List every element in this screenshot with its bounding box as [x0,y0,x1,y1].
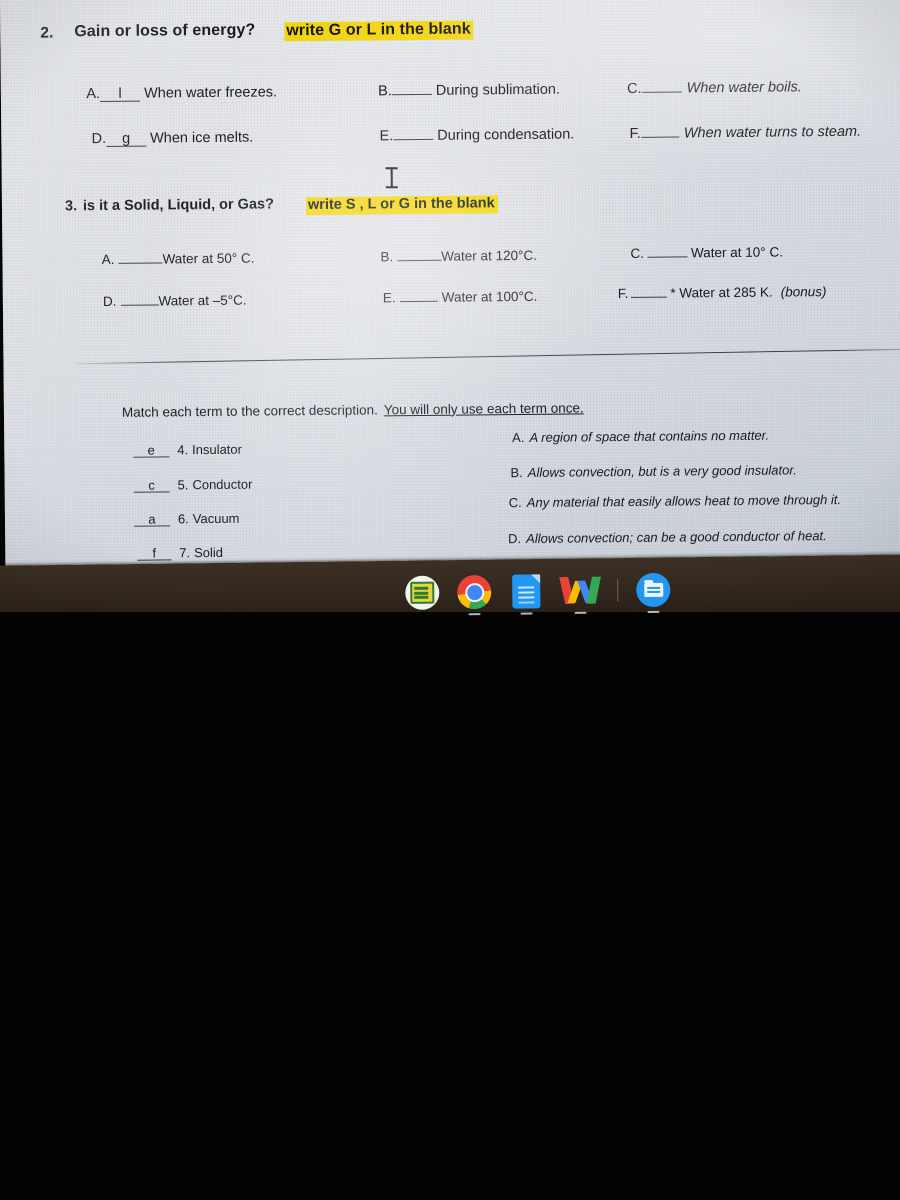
q2-item-c-text: When water boils. [686,78,802,96]
gmail-icon[interactable] [559,574,601,614]
q3-item-b: B. Water at 120°C. [350,235,537,277]
matching-description-a-text: A region of space that contains no matte… [529,427,770,445]
files-icon[interactable] [636,572,671,614]
dark-background [0,612,900,1200]
matching-term-5-label: Conductor [192,476,253,493]
matching-description-c-label: C. [508,495,522,511]
q3-item-f-label: F. [617,285,629,301]
matching-description-d-label: D. [508,531,522,547]
worksheet-document: 2. Gain or loss of energy? write G or L … [0,0,900,586]
matching-description-b-text: Allows convection, but is a very good in… [527,462,797,480]
matching-term-6-blank[interactable]: a [133,512,170,527]
q2-item-b-label: B. [378,82,392,99]
matching-term-5-number: 5. [177,477,189,493]
q3-item-e: E. Water at 100°C. [353,276,538,318]
q2-item-f-blank[interactable] [640,135,679,138]
q2-item-f-label: F. [629,125,641,142]
laptop-screen: 2. Gain or loss of energy? write G or L … [0,0,900,586]
q2-item-a-blank[interactable]: l [99,85,141,103]
q2-item-d-blank[interactable]: g [106,130,147,147]
q3-prompt: is it a Solid, Liquid, or Gas? [82,196,274,215]
q3-item-f: F. * Water at 285 K. (bonus) [588,271,827,314]
q3-item-e-blank[interactable] [399,300,438,302]
matching-description-c-text: Any material that easily allows heat to … [526,491,842,510]
q2-prompt: Gain or loss of energy? [74,21,256,41]
matching-term-7-blank[interactable]: f [137,546,172,561]
q3-item-c: C. Water at 10° C. [600,231,783,273]
matching-term-6-label: Vacuum [192,510,240,527]
q3-number: 3. [64,198,78,215]
matching-term-6-number: 6. [177,511,189,527]
q2-item-b-blank[interactable] [391,93,432,95]
shelf-separator [617,579,619,602]
q2-item-e: E. During condensation. [347,112,574,158]
q2-item-c-label: C. [627,80,642,97]
q2-item-d: D. g When ice melts. [59,116,253,162]
matching-instruction-underlined: You will only use each term once. [383,399,584,417]
q3-item-f-text: * Water at 285 K. [670,284,773,301]
google-docs-icon[interactable] [509,574,543,615]
q3-item-a: A. Water at 50° C. [72,238,255,280]
q3-item-e-label: E. [382,289,396,305]
photo-of-laptop-screen: 2. Gain or loss of energy? write G or L … [0,0,900,1200]
q3-item-d-text: Water at –5°C. [158,292,247,308]
q3-item-a-text: Water at 50° C. [162,250,255,266]
q2-item-e-text: During condensation. [437,125,575,144]
q2-item-d-label: D. [91,130,107,147]
q3-item-a-blank[interactable] [118,261,163,264]
q2-item-a: A. l When water freezes. [55,70,278,117]
matching-instruction-plain: Match each term to the correct descripti… [121,401,378,420]
q2-item-a-label: A. [86,85,101,102]
q3-item-f-note: (bonus) [780,283,827,300]
q2-item-d-text: When ice melts. [149,129,254,147]
q2-item-c-blank[interactable] [641,90,682,93]
q2-item-b-text: During sublimation. [435,81,561,99]
q3-instruction: write S , L or G in the blank [305,195,498,215]
q2-item-f: F. When water turns to steam. [597,110,861,156]
q2-item-b: B. During sublimation. [346,68,560,114]
matching-description-a-label: A. [512,429,525,446]
q3-item-c-text: Water at 10° C. [690,243,783,260]
launcher-icon[interactable] [405,575,440,610]
q2-item-f-text: When water turns to steam. [683,123,862,141]
matching-term-4-blank[interactable]: e [133,443,170,458]
q2-item-a-text: When water freezes. [143,83,278,102]
matching-term-5-blank[interactable]: c [133,478,170,493]
q3-item-f-blank[interactable] [630,296,667,298]
matching-description-b-label: B. [510,465,523,481]
matching-term-7-number: 7. [179,545,191,561]
q3-item-b-blank[interactable] [397,259,442,261]
q3-item-e-text: Water at 100°C. [441,288,538,305]
q2-instruction: write G or L in the blank [284,20,474,42]
q3-item-c-blank[interactable] [647,255,688,258]
section-divider [75,348,900,365]
q3-item-b-text: Water at 120°C. [441,247,538,264]
chromeos-shelf [405,566,696,616]
q3-item-a-label: A. [101,251,115,267]
matching-term-4-label: Insulator [192,441,243,458]
matching-term-7-label: Solid [193,544,224,561]
q3-item-d: D. Water at –5°C. [73,280,247,322]
chrome-icon[interactable] [457,574,492,616]
q3-item-c-label: C. [630,245,645,261]
q3-item-b-label: B. [380,248,394,264]
i-beam-cursor [385,166,399,190]
matching-term-4-number: 4. [177,442,189,458]
q2-item-c: C. When water boils. [595,65,802,110]
q2-item-e-blank[interactable] [393,138,434,140]
q2-item-e-label: E. [379,127,394,144]
q3-item-d-blank[interactable] [120,303,159,306]
q2-number: 2. [40,24,54,42]
q3-item-d-label: D. [102,293,117,309]
